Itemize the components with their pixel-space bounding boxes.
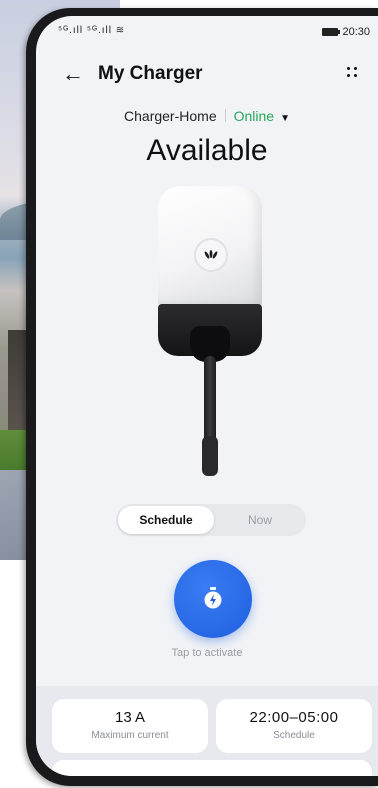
more-dots-icon[interactable] (344, 64, 360, 80)
schedule-value: 22:00–05:00 (249, 709, 339, 726)
brand-logo-icon (194, 238, 228, 272)
max-current-card[interactable]: 13 A Maximum current (52, 699, 208, 753)
status-time: 20:30 (342, 26, 370, 38)
schedule-card[interactable]: 22:00–05:00 Schedule (216, 699, 372, 753)
tab-now[interactable]: Now (216, 506, 304, 534)
app-screen: ⁵ᴳ.ıll ⁵ᴳ.ıll ≋ 20:30 ← My Charger Charg… (36, 16, 378, 776)
caret-down-icon[interactable]: ▼ (280, 113, 290, 124)
charger-illustration (158, 186, 268, 476)
divider (224, 109, 226, 122)
device-name: Charger-Home (124, 108, 217, 124)
stopwatch-charge-icon (204, 587, 222, 609)
activate-button[interactable] (174, 560, 252, 638)
app-bar: ← My Charger (36, 60, 378, 94)
activate-hint: Tap to activate (171, 647, 243, 659)
arrow-left-icon[interactable]: ← (62, 62, 84, 86)
tab-schedule[interactable]: Schedule (118, 506, 214, 534)
status-bar: ⁵ᴳ.ıll ⁵ᴳ.ıll ≋ 20:30 (36, 16, 378, 44)
schedule-label: Schedule (273, 730, 315, 741)
page-title: My Charger (98, 63, 203, 84)
max-current-label: Maximum current (91, 730, 169, 741)
max-current-value: 13 A (114, 709, 146, 726)
device-status: Online (233, 108, 275, 124)
battery-icon (322, 28, 341, 36)
signal-wifi-icon: ⁵ᴳ.ıll ⁵ᴳ.ıll ≋ (58, 25, 126, 36)
next-card[interactable] (52, 760, 372, 776)
device-selector[interactable]: Charger-Home Online ▼ (36, 108, 378, 124)
mode-toggle: Schedule Now (116, 504, 306, 536)
charger-state: Available (146, 134, 268, 167)
